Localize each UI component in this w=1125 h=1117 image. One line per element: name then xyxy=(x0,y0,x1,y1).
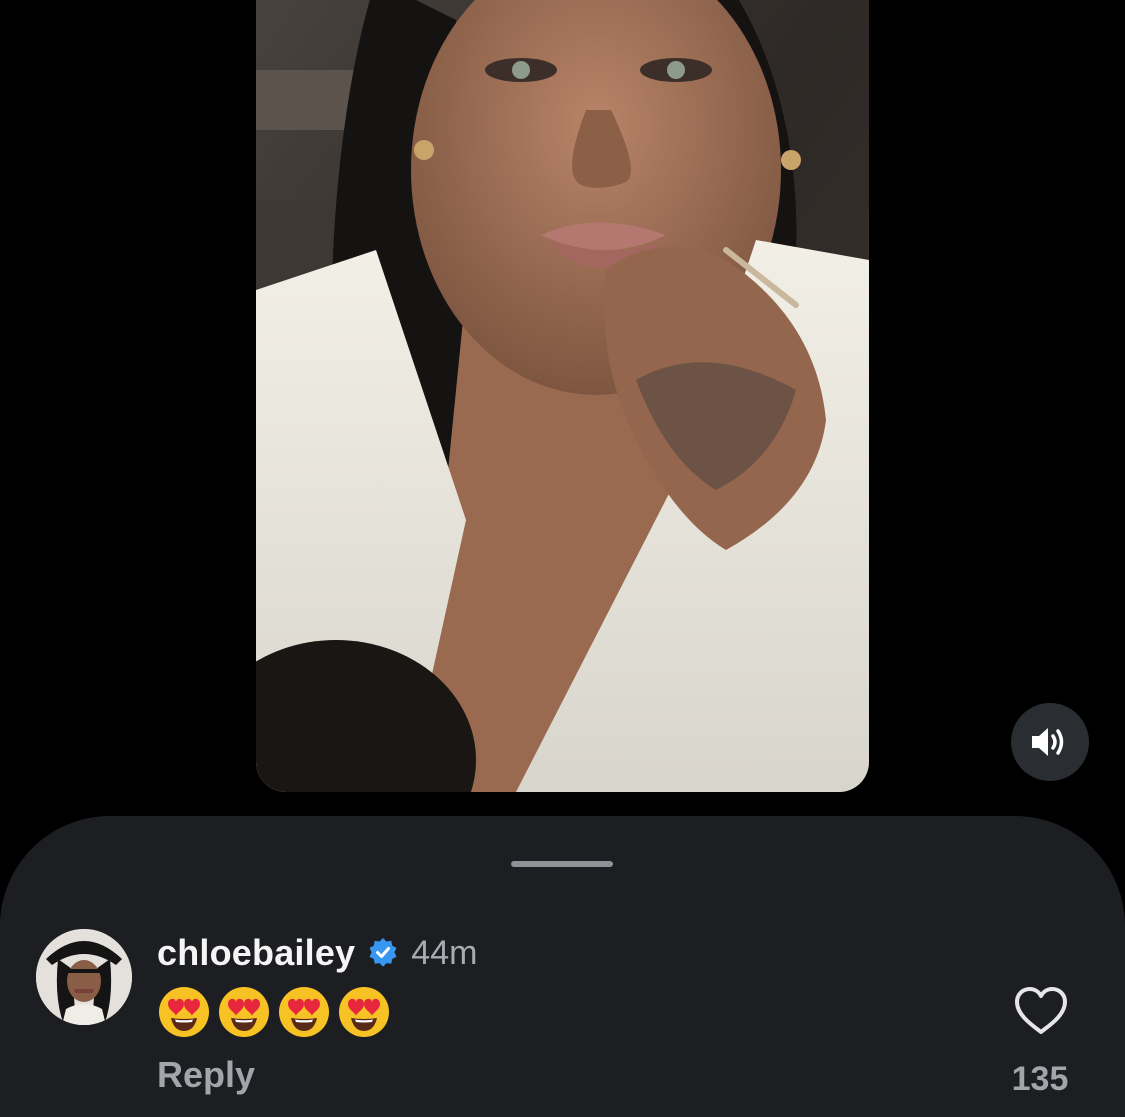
comment-timestamp: 44m xyxy=(411,933,478,972)
heart-eyes-emoji xyxy=(159,987,209,1037)
heart-eyes-emoji xyxy=(219,987,269,1037)
heart-outline-icon[interactable] xyxy=(1013,986,1069,1036)
comment-body xyxy=(158,986,390,1038)
screen: chloebailey 44m Reply 135 xyxy=(0,0,1125,1117)
verified-badge-icon xyxy=(369,938,397,967)
heart-eyes-emoji xyxy=(339,987,389,1037)
like-count: 135 xyxy=(1011,1060,1069,1098)
video-still-portrait xyxy=(256,0,869,792)
sound-toggle-button[interactable] xyxy=(1011,703,1089,781)
reply-button[interactable]: Reply xyxy=(157,1054,255,1096)
comment-header: chloebailey 44m xyxy=(157,930,477,976)
drag-handle[interactable] xyxy=(511,861,613,867)
video-player[interactable] xyxy=(256,0,869,792)
profile-photo xyxy=(36,929,132,1025)
comments-sheet: chloebailey 44m Reply 135 xyxy=(0,816,1125,1117)
speaker-icon xyxy=(1032,728,1064,756)
avatar[interactable] xyxy=(36,929,132,1025)
comment-username[interactable]: chloebailey xyxy=(157,932,355,974)
heart-eyes-emoji xyxy=(279,987,329,1037)
